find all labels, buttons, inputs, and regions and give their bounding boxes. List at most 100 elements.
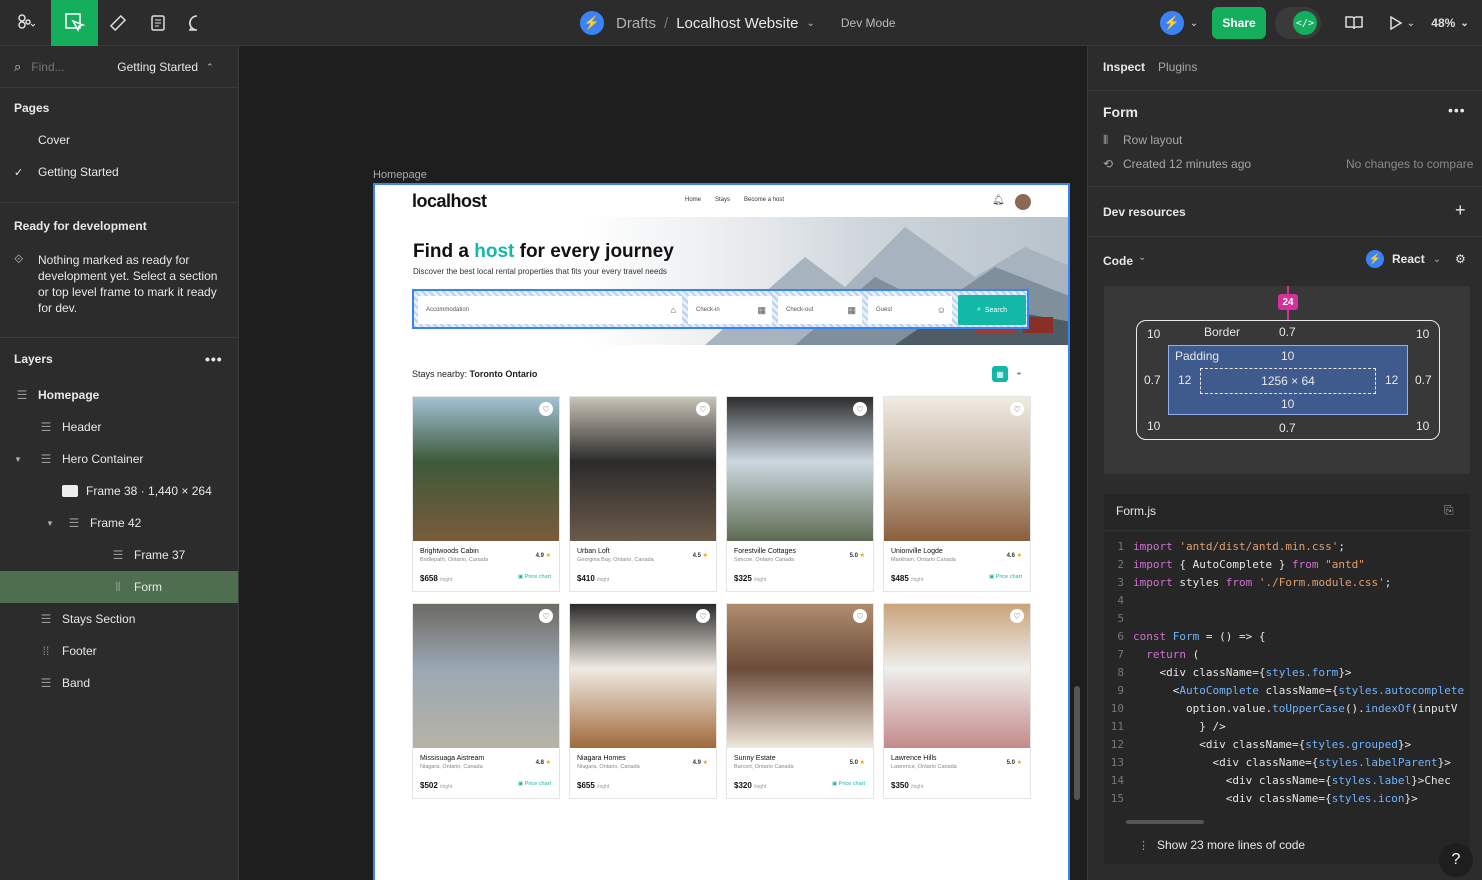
settings-sliders-icon[interactable]: ⚙︎ xyxy=(1455,252,1466,266)
stay-location: Georgina Bay, Ontario, Canada xyxy=(577,557,654,563)
caret-down-icon[interactable]: ▼ xyxy=(42,519,66,528)
canvas-scrollbar[interactable] xyxy=(1074,686,1080,800)
heart-icon[interactable]: ♡ xyxy=(539,609,553,623)
stay-photo[interactable]: ♡ xyxy=(413,604,559,748)
stay-photo[interactable]: ♡ xyxy=(884,397,1030,541)
stay-card[interactable]: ♡ Missisuaga Aistream Niagara, Ontario, Ca… xyxy=(412,603,560,799)
project-name[interactable]: Drafts xyxy=(616,15,656,32)
stay-photo[interactable]: ♡ xyxy=(727,604,873,748)
code-icon: </> xyxy=(1293,11,1317,35)
page-item-cover[interactable]: Cover xyxy=(0,132,238,148)
present-button[interactable]: ⌄ xyxy=(1384,0,1420,46)
canvas[interactable]: Homepage localhost Home Stays Become a h… xyxy=(240,46,1086,880)
dev-mode-toggle[interactable]: </> xyxy=(1275,7,1321,39)
layer-label: Homepage xyxy=(38,388,100,402)
more-icon[interactable]: ••• xyxy=(1448,102,1466,118)
stay-card[interactable]: ♡ Lawrence Hills Lawrence, Ontario Canada 5… xyxy=(883,603,1031,799)
layer-stays-section[interactable]: ☰ Stays Section xyxy=(0,611,238,627)
heart-icon[interactable]: ♡ xyxy=(853,609,867,623)
map-view-icon[interactable]: ⌖ xyxy=(1011,366,1027,382)
chevron-up-icon[interactable]: ⌃ xyxy=(206,62,214,73)
caret-down-icon[interactable]: ▼ xyxy=(14,455,38,464)
heart-icon[interactable]: ♡ xyxy=(696,402,710,416)
stay-card[interactable]: ♡ Sunny Estate Barcort, Ontario Canada 5.0 … xyxy=(726,603,874,799)
nav-become-host[interactable]: Become a host xyxy=(744,197,784,203)
plus-icon[interactable]: + xyxy=(1455,200,1466,221)
homepage-frame[interactable]: localhost Home Stays Become a host 🔔︎ Fi… xyxy=(373,183,1070,880)
margin-bottom-left: 10 xyxy=(1147,419,1161,433)
main-menu-button[interactable] xyxy=(8,0,42,46)
grid-view-icon[interactable]: ▦ xyxy=(992,366,1008,382)
price-chart-link[interactable]: ▣ Price chart xyxy=(989,574,1022,580)
plugin-menu-button[interactable]: ⚡ ⌄ xyxy=(1155,0,1203,46)
heart-icon[interactable]: ♡ xyxy=(696,609,710,623)
layer-form[interactable]: ⦀ Form xyxy=(0,571,238,603)
stay-card[interactable]: ♡ Urban Loft Georgina Bay, Ontario, Canada… xyxy=(569,396,717,592)
code-scrollbar[interactable] xyxy=(1126,820,1204,824)
copy-icon[interactable]: ⎘ xyxy=(1444,503,1454,518)
field-label: Guest xyxy=(876,307,893,313)
layer-band[interactable]: ☰ Band xyxy=(0,675,238,691)
stay-card[interactable]: ♡ Forestville Cottages Simcoe, Ontario Can… xyxy=(726,396,874,592)
no-changes-label[interactable]: No changes to compare xyxy=(1346,157,1473,171)
stay-photo[interactable]: ♡ xyxy=(884,604,1030,748)
layer-footer[interactable]: ⁞⁞ Footer xyxy=(0,643,238,659)
code-panel: Form.js ⎘ 1 import 'antd/dist/antd.min.cs… xyxy=(1104,494,1470,864)
stay-photo[interactable]: ♡ xyxy=(413,397,559,541)
price-chart-link[interactable]: ▣ Price chart xyxy=(518,574,551,580)
framework-selector[interactable]: ⚡ React ⌄ xyxy=(1366,250,1441,268)
bell-icon[interactable]: 🔔︎ xyxy=(992,195,1005,206)
layer-homepage[interactable]: ☰ Homepage xyxy=(0,387,238,403)
stay-price: $485 /night xyxy=(891,574,923,583)
price-chart-link[interactable]: ▣ Price chart xyxy=(832,781,865,787)
comment-tool-button[interactable] xyxy=(183,0,211,46)
guest-field[interactable]: Guest ☺ xyxy=(868,296,952,324)
search-button[interactable]: ⌕ Search xyxy=(958,295,1026,325)
more-icon[interactable]: ••• xyxy=(205,351,223,367)
form-frame-selected[interactable]: Accommodation ⌂ Check-in ▦ Check-out ▦ Gues… xyxy=(412,289,1029,329)
tab-plugins[interactable]: Plugins xyxy=(1158,60,1197,74)
avatar[interactable] xyxy=(1015,194,1031,210)
heart-icon[interactable]: ♡ xyxy=(1010,609,1024,623)
page-item-getting-started[interactable]: ✓ Getting Started xyxy=(0,164,238,180)
layer-frame-42[interactable]: ▼ ☰ Frame 42 xyxy=(0,515,238,531)
layer-frame-38[interactable]: Frame 38 · 1,440 × 264 xyxy=(0,483,238,499)
ready-heading: Ready for development xyxy=(14,219,147,233)
current-page-selector[interactable]: Getting Started xyxy=(117,60,198,74)
nav-home[interactable]: Home xyxy=(685,197,701,203)
help-button[interactable]: ? xyxy=(1439,843,1473,877)
show-more-lines-link[interactable]: Show 23 more lines of code xyxy=(1157,838,1305,852)
left-panel: ⌕ Getting Started ⌃ Pages Cover ✓ Gettin… xyxy=(0,46,239,880)
chevron-down-icon[interactable]: ⌄ xyxy=(806,18,814,29)
tab-inspect[interactable]: Inspect xyxy=(1103,60,1145,74)
check-in-field[interactable]: Check-in ▦ xyxy=(688,296,772,324)
stay-card[interactable]: ♡ Niagara Homes Niagara, Ontario, Canada 4.… xyxy=(569,603,717,799)
stay-photo[interactable]: ♡ xyxy=(727,397,873,541)
layer-header[interactable]: ☰ Header xyxy=(0,419,238,435)
annotation-tool-button[interactable] xyxy=(144,0,172,46)
heart-icon[interactable]: ♡ xyxy=(539,402,553,416)
search-input[interactable] xyxy=(31,60,102,74)
code-block[interactable]: 1 import 'antd/dist/antd.min.css'; 2 impor… xyxy=(1104,538,1470,808)
check-out-field[interactable]: Check-out ▦ xyxy=(778,296,862,324)
stay-photo[interactable]: ♡ xyxy=(570,604,716,748)
heart-icon[interactable]: ♡ xyxy=(1010,402,1024,416)
file-name[interactable]: Localhost Website xyxy=(676,15,798,32)
library-button[interactable] xyxy=(1340,0,1368,46)
zoom-menu[interactable]: 48% ⌄ xyxy=(1428,0,1472,46)
share-button[interactable]: Share xyxy=(1212,7,1266,39)
stay-card[interactable]: ♡ Brightwoods Cabin Bridlepath, Ontario, C… xyxy=(412,396,560,592)
inspect-tool-button[interactable] xyxy=(51,0,98,46)
measure-tool-button[interactable] xyxy=(104,0,132,46)
price-chart-link[interactable]: ▣ Price chart xyxy=(518,781,551,787)
site-logo[interactable]: localhost xyxy=(412,191,487,212)
stay-photo[interactable]: ♡ xyxy=(570,397,716,541)
accommodation-field[interactable]: Accommodation ⌂ xyxy=(418,296,682,324)
chevron-down-icon[interactable]: ⌄ xyxy=(1138,252,1146,263)
layer-hero-container[interactable]: ▼ ☰ Hero Container xyxy=(0,451,238,467)
nav-stays[interactable]: Stays xyxy=(715,197,730,203)
layer-frame-37[interactable]: ☰ Frame 37 xyxy=(0,547,238,563)
frame-label[interactable]: Homepage xyxy=(373,169,427,181)
stay-card[interactable]: ♡ Unionville Logde Markham, Ontario Canada… xyxy=(883,396,1031,592)
heart-icon[interactable]: ♡ xyxy=(853,402,867,416)
